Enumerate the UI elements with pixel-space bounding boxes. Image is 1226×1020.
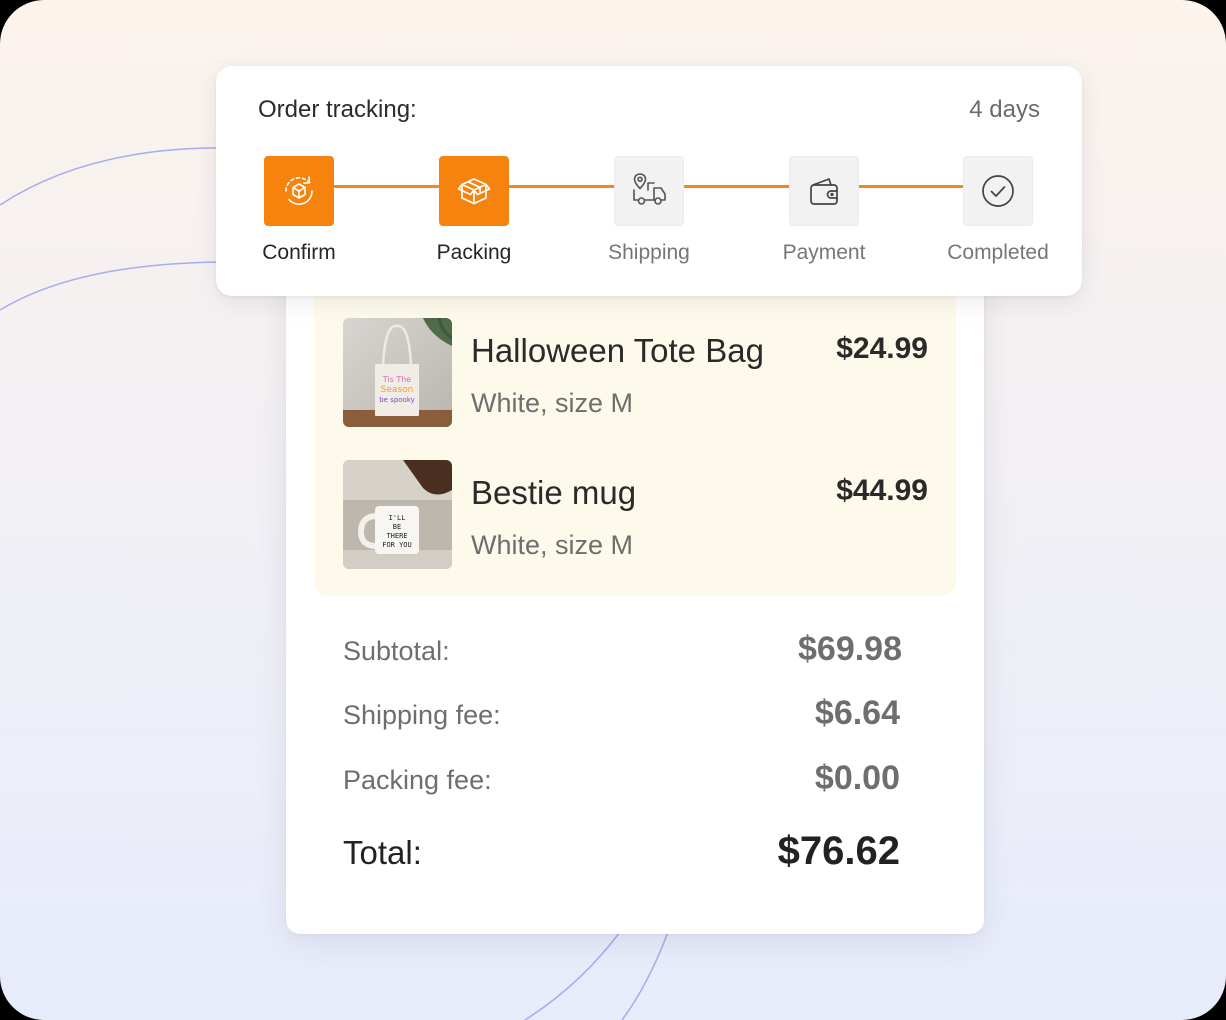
shipping-fee-label: Shipping fee: bbox=[343, 700, 501, 730]
item-variant: White, size M bbox=[471, 530, 634, 560]
step-label: Completed bbox=[947, 241, 1049, 264]
step-label: Shipping bbox=[608, 241, 690, 264]
mug-image: I'LL BE THERE FOR YOU bbox=[343, 460, 452, 569]
order-summary-card: Tis The Season be spooky Halloween Tote … bbox=[286, 240, 984, 934]
tracking-title: Order tracking: bbox=[258, 96, 417, 123]
step-label: Packing bbox=[436, 241, 512, 264]
item-name: Halloween Tote Bag bbox=[471, 332, 764, 369]
subtotal-value: $69.98 bbox=[798, 630, 902, 668]
step-label: Payment bbox=[782, 241, 866, 264]
svg-text:BE: BE bbox=[393, 523, 401, 531]
item-variant: White, size M bbox=[471, 388, 634, 418]
order-tracking-card: Order tracking: 4 days Confirm Packing S… bbox=[216, 66, 1082, 296]
item-price: $24.99 bbox=[836, 332, 928, 365]
subtotal-label: Subtotal: bbox=[343, 636, 450, 666]
step-payment[interactable]: Payment bbox=[754, 156, 894, 265]
total-value: $76.62 bbox=[777, 829, 900, 873]
shipping-fee-value: $6.64 bbox=[814, 694, 900, 732]
list-item[interactable]: Tis The Season be spooky Halloween Tote … bbox=[314, 318, 956, 428]
step-completed[interactable]: Completed bbox=[928, 156, 1068, 265]
total-label: Total: bbox=[343, 834, 422, 871]
svg-text:Season: Season bbox=[381, 385, 414, 395]
svg-text:FOR YOU: FOR YOU bbox=[382, 541, 412, 549]
step-confirm[interactable]: Confirm bbox=[229, 156, 369, 265]
step-packing[interactable]: Packing bbox=[404, 156, 544, 265]
order-items-panel: Tis The Season be spooky Halloween Tote … bbox=[314, 260, 956, 596]
item-name: Bestie mug bbox=[471, 474, 637, 511]
packing-fee-value: $0.00 bbox=[814, 759, 900, 797]
svg-text:Tis The: Tis The bbox=[382, 375, 412, 384]
box-icon bbox=[457, 178, 491, 205]
svg-text:I'LL: I'LL bbox=[389, 514, 406, 522]
step-label: Confirm bbox=[262, 241, 336, 264]
step-shipping[interactable]: Shipping bbox=[579, 156, 719, 265]
packing-fee-label: Packing fee: bbox=[343, 765, 492, 795]
item-price: $44.99 bbox=[836, 474, 928, 507]
tote-bag-image: Tis The Season be spooky bbox=[343, 318, 452, 427]
background-canvas: Order tracking: 4 days Confirm Packing S… bbox=[0, 0, 1226, 1020]
check-circle-icon bbox=[982, 175, 1014, 207]
list-item[interactable]: I'LL BE THERE FOR YOU Bestie mug White, … bbox=[314, 460, 956, 570]
svg-text:be spooky: be spooky bbox=[379, 396, 415, 404]
tracking-duration: 4 days bbox=[969, 96, 1040, 123]
wallet-icon bbox=[810, 178, 838, 205]
refresh-cube-icon bbox=[285, 176, 313, 205]
delivery-truck-icon bbox=[633, 173, 666, 205]
svg-text:THERE: THERE bbox=[386, 532, 407, 540]
